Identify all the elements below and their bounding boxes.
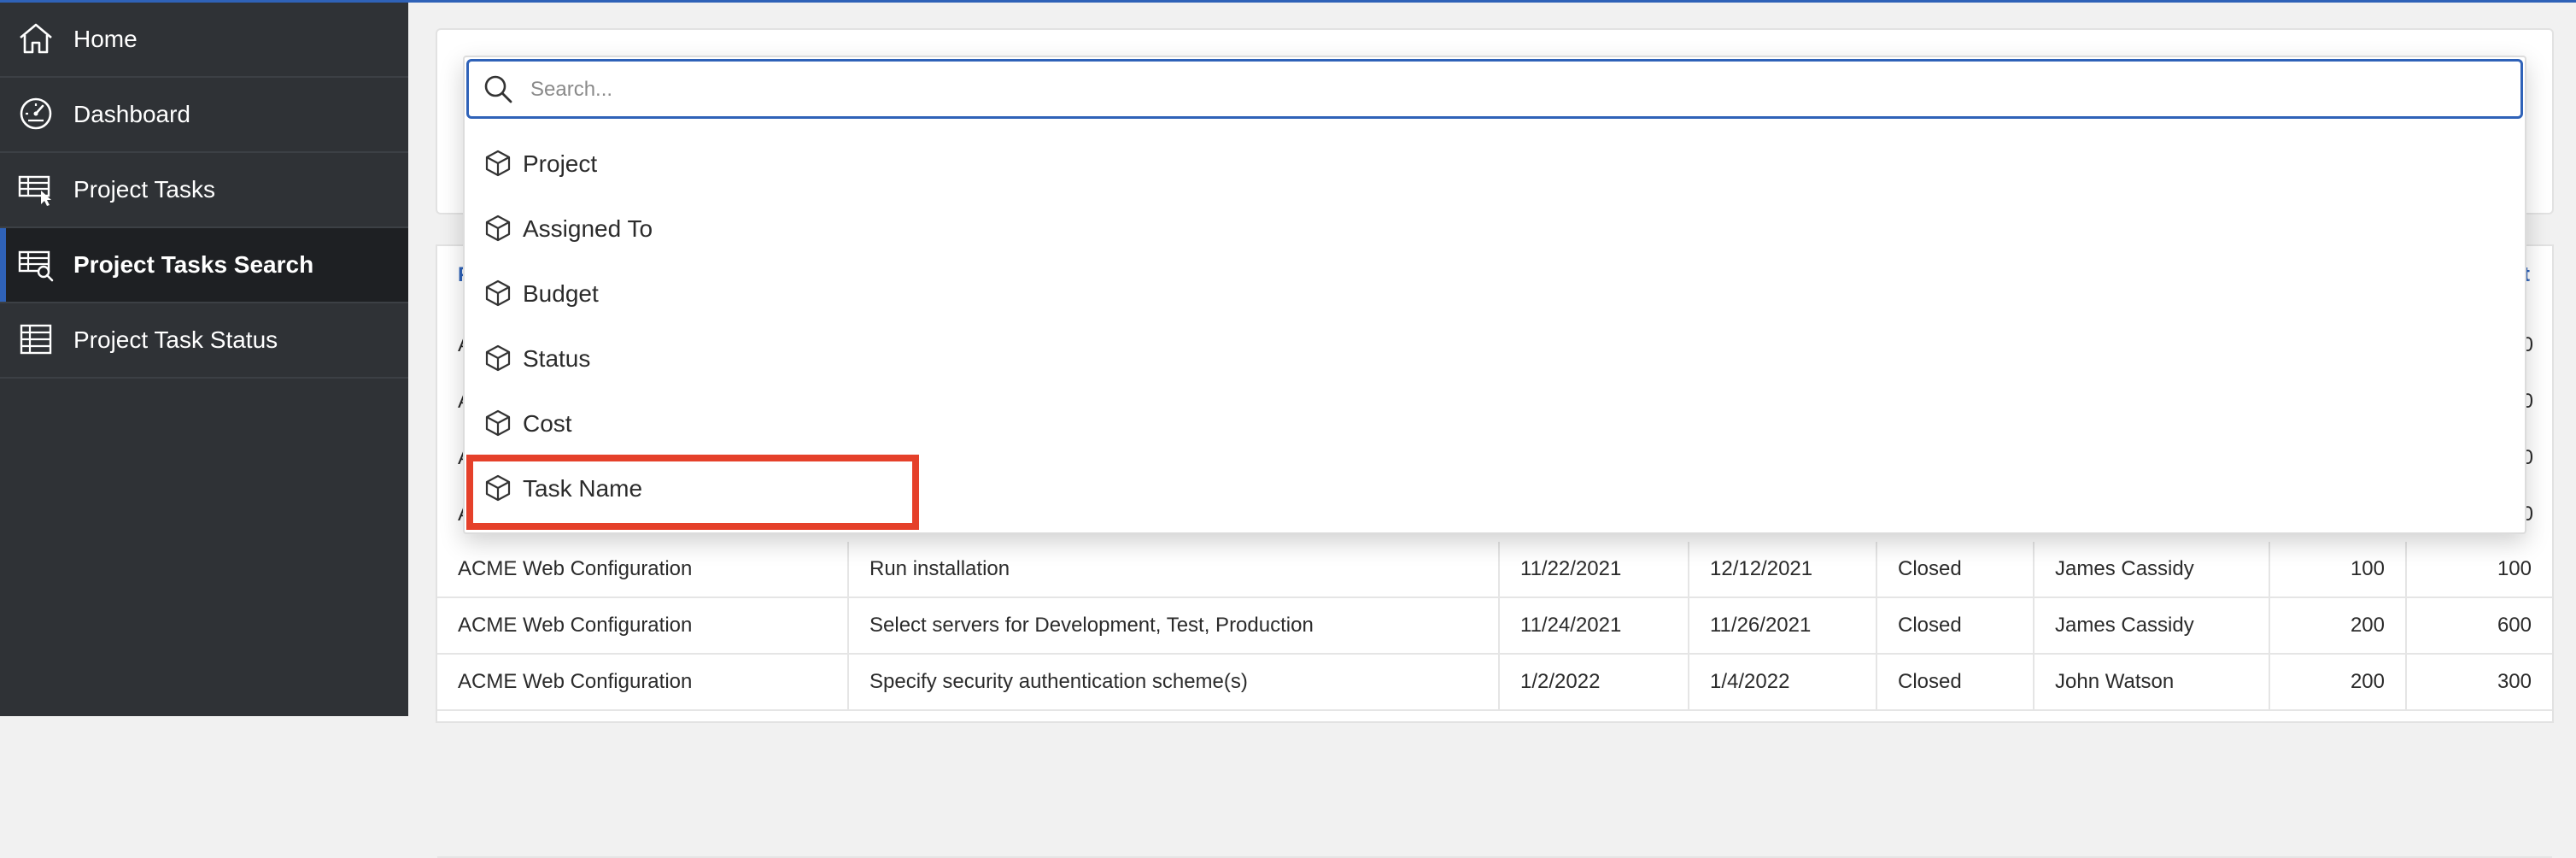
cell-end-date: 1/4/2022 <box>1689 655 1877 709</box>
table-search-icon <box>18 250 54 282</box>
cell-end-date: 12/12/2021 <box>1689 542 1877 596</box>
search-option-budget[interactable]: Budget <box>468 263 2521 325</box>
search-icon <box>484 75 512 103</box>
cell-budget: 600 <box>2497 614 2532 637</box>
search-option-label: Cost <box>523 410 572 437</box>
cube-icon <box>485 279 511 307</box>
sidebar-item-dashboard[interactable]: Dashboard <box>0 78 408 153</box>
cell-cost: 200 <box>2270 598 2407 653</box>
search-option-label: Task Name <box>523 475 643 502</box>
table-row[interactable] <box>437 802 2552 858</box>
cell-cost: 200 <box>2270 655 2407 709</box>
cell-status: Closed <box>1877 542 2034 596</box>
sidebar-item-label: Dashboard <box>73 101 190 127</box>
cell-project: ACME Web Configuration <box>437 598 849 653</box>
search-option-label: Project <box>523 150 598 177</box>
cell-task-name: Run installation <box>849 542 1500 596</box>
sidebar-item-label: Project Tasks <box>73 176 215 203</box>
search-option-status[interactable]: Status <box>468 328 2521 390</box>
search-option-assigned-to[interactable]: Assigned To <box>468 198 2521 260</box>
cell-task-name: Select servers for Development, Test, Pr… <box>849 598 1500 653</box>
cell-status: Closed <box>1877 598 2034 653</box>
cube-icon <box>485 150 511 177</box>
cell-assigned-to: James Cassidy <box>2034 598 2270 653</box>
cell-project: ACME Web Configuration <box>437 542 849 596</box>
sidebar-item-project-task-status[interactable]: Project Task Status <box>0 303 408 379</box>
sidebar-item-label: Project Task Status <box>73 326 278 353</box>
table-row[interactable]: ACME Web Configuration Run installation … <box>437 542 2552 598</box>
cell-budget: 100 <box>2497 557 2532 580</box>
cell-cost: 100 <box>2270 542 2407 596</box>
search-option-task-name[interactable]: Task Name <box>468 458 2521 520</box>
sidebar-item-label: Home <box>73 26 138 52</box>
sidebar: Home Dashboard Project Tasks Project Tas… <box>0 3 408 716</box>
sidebar-item-project-tasks[interactable]: Project Tasks <box>0 153 408 228</box>
cell-task-name: Specify security authentication scheme(s… <box>849 655 1500 709</box>
cell-end-date: 11/26/2021 <box>1689 598 1877 653</box>
cell-assigned-to: John Watson <box>2034 655 2270 709</box>
search-input[interactable] <box>529 67 2497 113</box>
table-row[interactable]: ACME Web Configuration Select servers fo… <box>437 598 2552 655</box>
cell-assigned-to: James Cassidy <box>2034 542 2270 596</box>
sidebar-item-project-tasks-search[interactable]: Project Tasks Search <box>0 228 408 303</box>
table-icon <box>20 324 52 355</box>
search-option-label: Budget <box>523 280 599 307</box>
cell-start-date: 1/2/2022 <box>1500 655 1689 709</box>
dashboard-icon <box>20 97 52 130</box>
sidebar-item-home[interactable]: Home <box>0 3 408 78</box>
cube-icon <box>485 474 511 502</box>
cube-icon <box>485 409 511 437</box>
cell-start-date: 11/24/2021 <box>1500 598 1689 653</box>
cell-project: ACME Web Configuration <box>437 655 849 709</box>
cube-icon <box>485 344 511 372</box>
table-cursor-icon <box>18 175 51 206</box>
search-option-cost[interactable]: Cost <box>468 393 2521 455</box>
home-icon <box>20 23 52 54</box>
table-row[interactable]: ACME Web Configuration Specify security … <box>437 655 2552 711</box>
search-option-label: Assigned To <box>523 215 653 242</box>
cube-icon <box>485 214 511 242</box>
cell-budget: 300 <box>2497 670 2532 693</box>
search-box <box>466 59 2523 119</box>
sidebar-item-label: Project Tasks Search <box>73 251 314 278</box>
cell-start-date: 11/22/2021 <box>1500 542 1689 596</box>
cell-status: Closed <box>1877 655 2034 709</box>
search-option-project[interactable]: Project <box>468 133 2521 195</box>
search-option-label: Status <box>523 345 591 372</box>
